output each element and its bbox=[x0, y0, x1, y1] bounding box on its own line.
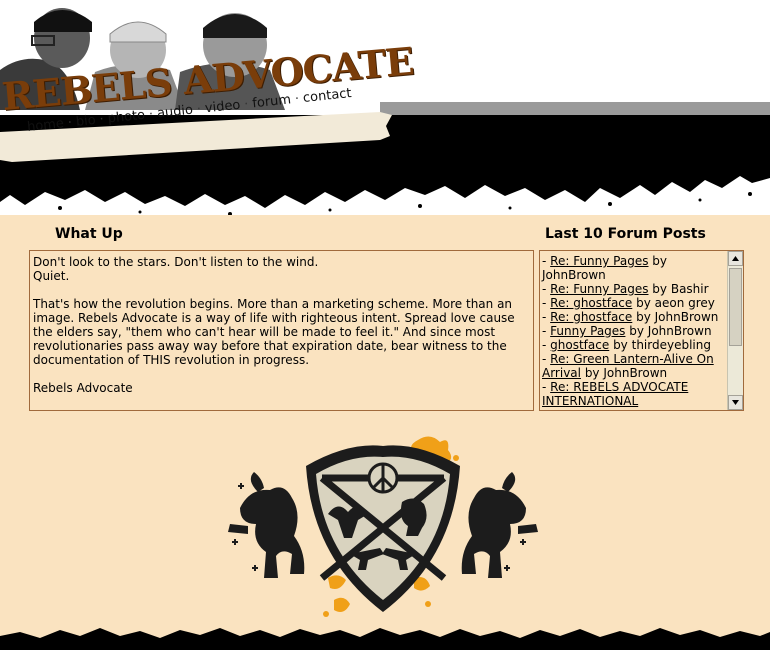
forum-posts-box[interactable]: - Re: Funny Pages by JohnBrown - Re: Funn… bbox=[539, 250, 744, 411]
forum-post-item: - ghostface by thirdeyebling bbox=[542, 338, 728, 352]
forum-post-link[interactable]: ghostface bbox=[550, 338, 609, 352]
what-up-heading: What Up bbox=[55, 226, 123, 242]
nav-separator: · bbox=[67, 115, 73, 131]
forum-post-author: JohnBrown bbox=[603, 366, 668, 380]
peace-sign-icon bbox=[367, 462, 399, 494]
header-banner: REBELS ADVOCATE home · bio · photo · audio · vid… bbox=[0, 0, 770, 215]
lion-icon bbox=[228, 472, 305, 578]
forum-posts-list: - Re: Funny Pages by JohnBrown - Re: Funn… bbox=[542, 254, 728, 408]
forum-post-prefix: - bbox=[542, 324, 551, 338]
forum-post-prefix: - bbox=[542, 254, 551, 268]
intro-signature: Rebels Advocate bbox=[33, 381, 133, 395]
forum-post-by: by bbox=[648, 282, 671, 296]
forum-post-by: by bbox=[625, 324, 648, 338]
forum-post-link[interactable]: Re: REBELS ADVOCATE INTERNATIONAL bbox=[542, 380, 688, 408]
forum-post-by: by bbox=[609, 338, 632, 352]
forum-post-author: JohnBrown bbox=[654, 310, 719, 324]
forum-post-author: JohnBrown bbox=[647, 324, 712, 338]
scroll-thumb[interactable] bbox=[729, 268, 742, 346]
forum-post-author: Bashir bbox=[670, 282, 709, 296]
forum-post-item: - Re: REBELS ADVOCATE INTERNATIONAL bbox=[542, 380, 728, 408]
forum-post-link[interactable]: Re: Funny Pages bbox=[550, 254, 648, 268]
forum-post-prefix: - bbox=[542, 338, 551, 352]
forum-post-prefix: - bbox=[542, 296, 551, 310]
nav-separator: · bbox=[196, 101, 202, 118]
forum-post-prefix: - bbox=[542, 282, 551, 296]
forum-post-link[interactable]: Funny Pages bbox=[550, 324, 625, 338]
forum-post-by: by bbox=[632, 310, 655, 324]
nav-separator: · bbox=[294, 91, 300, 107]
intro-paragraph: That's how the revolution begins. More t… bbox=[33, 297, 515, 367]
forum-post-by: by bbox=[648, 254, 668, 268]
bottom-torn-edge bbox=[0, 628, 770, 650]
forum-post-item: - Re: Green Lantern-Alive On Arrival by … bbox=[542, 352, 728, 380]
scroll-up-button[interactable] bbox=[728, 251, 743, 266]
scroll-down-icon bbox=[732, 400, 739, 405]
forum-post-author: thirdeyebling bbox=[631, 338, 711, 352]
forum-heading: Last 10 Forum Posts bbox=[545, 226, 706, 242]
forum-post-prefix: - bbox=[542, 380, 551, 394]
forum-post-item: - Re: ghostface by JohnBrown bbox=[542, 310, 728, 324]
forum-post-prefix: - bbox=[542, 352, 551, 366]
forum-post-author: JohnBrown bbox=[542, 268, 606, 282]
nav-bio[interactable]: bio bbox=[75, 113, 96, 130]
forum-scrollbar[interactable] bbox=[727, 251, 743, 410]
intro-line: Don't look to the stars. Don't listen to… bbox=[33, 255, 319, 269]
intro-line-quiet: Quiet. bbox=[33, 269, 70, 283]
forum-post-item: - Re: Funny Pages by Bashir bbox=[542, 282, 728, 296]
what-up-box: Don't look to the stars. Don't listen to… bbox=[29, 250, 534, 411]
forum-post-link[interactable]: Re: ghostface bbox=[550, 310, 632, 324]
nav-separator: · bbox=[243, 96, 250, 113]
forum-post-author: aeon grey bbox=[654, 296, 715, 310]
shield-crest-icon bbox=[228, 436, 538, 617]
forum-post-prefix: - bbox=[542, 310, 551, 324]
scroll-down-button[interactable] bbox=[728, 395, 743, 410]
forum-post-link[interactable]: Re: ghostface bbox=[550, 296, 632, 310]
forum-post-item: - Funny Pages by JohnBrown bbox=[542, 324, 728, 338]
scroll-up-icon bbox=[732, 256, 739, 261]
nav-separator: · bbox=[148, 106, 154, 123]
forum-post-by: by bbox=[581, 366, 604, 380]
nav-separator: · bbox=[98, 112, 105, 128]
forum-post-link[interactable]: Re: Funny Pages bbox=[550, 282, 648, 296]
forum-post-item: - Re: ghostface by aeon grey bbox=[542, 296, 728, 310]
forum-post-item: - Re: Funny Pages by JohnBrown bbox=[542, 254, 728, 282]
forum-post-by: by bbox=[632, 296, 655, 310]
